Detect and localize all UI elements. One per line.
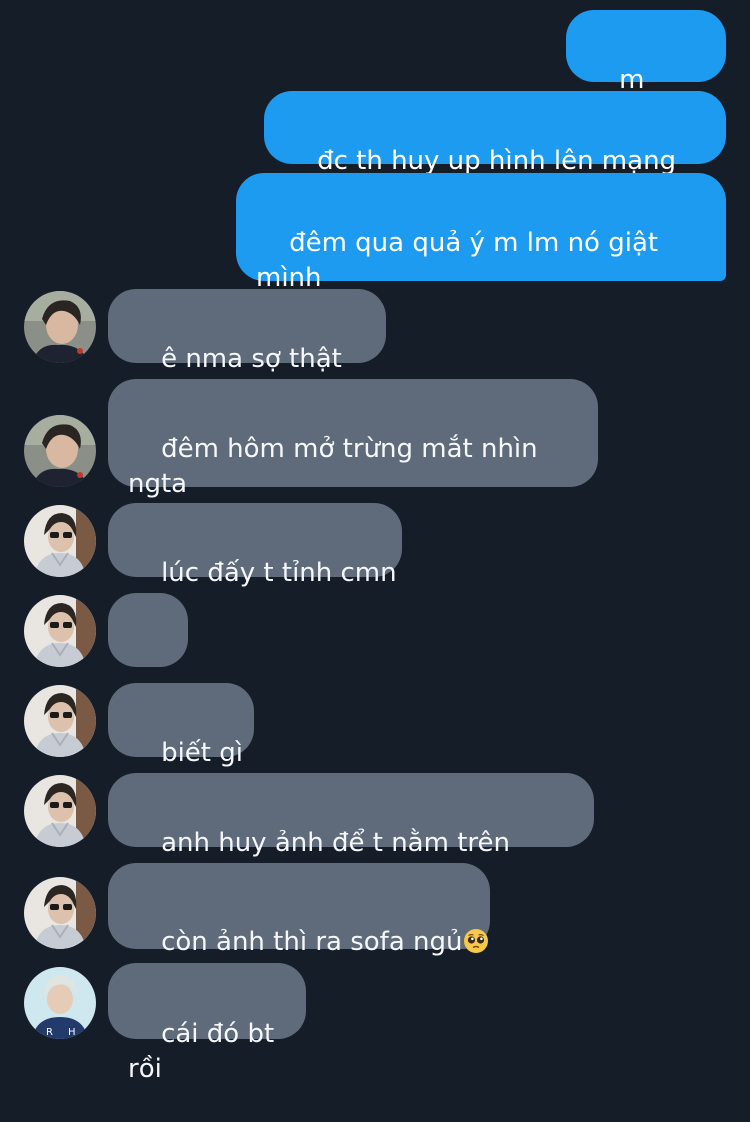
message-bubble-incoming[interactable]: =)): [108, 593, 188, 713]
avatar-sunglasses-icon: [24, 877, 96, 949]
avatar-sunglasses-icon: [24, 685, 96, 757]
message-bubble-incoming[interactable]: biết gì k: [108, 683, 254, 803]
avatar-sunglasses-icon: [24, 595, 96, 667]
message-bubble-outgoing[interactable]: đc th huy up hình lên mạng luôn: [264, 91, 726, 211]
avatar[interactable]: [24, 775, 96, 847]
message-bubble-incoming[interactable]: đêm hôm mở trừng mắt nhìn ngta z: [108, 379, 598, 534]
avatar-sunglasses-icon: [24, 775, 96, 847]
message-text: cái đó bt rồi: [128, 1019, 283, 1084]
avatar-dark-hair-icon: [24, 291, 96, 363]
avatar-blonde-hair-icon: R H: [24, 967, 96, 1039]
message-bubble-incoming[interactable]: còn ảnh thì ra sofa ngủ: [108, 863, 490, 957]
message-bubble-incoming[interactable]: cái đó bt rồi: [108, 963, 306, 1084]
avatar[interactable]: [24, 877, 96, 949]
message-bubble-incoming[interactable]: anh huy ảnh để t nằm trên giường: [108, 773, 594, 893]
avatar[interactable]: [24, 685, 96, 757]
svg-text:H: H: [68, 1027, 76, 1038]
avatar[interactable]: [24, 595, 96, 667]
avatar[interactable]: R H: [24, 967, 96, 1039]
message-bubble-outgoing[interactable]: m khá=)): [566, 10, 726, 130]
message-text: còn ảnh thì ra sofa ngủ: [161, 927, 463, 957]
avatar-sunglasses-icon: [24, 505, 96, 577]
svg-text:R: R: [46, 1027, 53, 1038]
message-bubble-outgoing[interactable]: đêm qua quả ý m lm nó giật mình thật: [236, 173, 726, 328]
avatar-dark-hair-icon: [24, 415, 96, 487]
avatar[interactable]: [24, 505, 96, 577]
message-bubble-incoming[interactable]: ê nma sợ thật nha: [108, 289, 386, 409]
avatar[interactable]: [24, 291, 96, 363]
pleading-face-icon: [464, 929, 489, 953]
message-bubble-incoming[interactable]: lúc đấy t tỉnh cmn r: [108, 503, 402, 623]
chat-thread: m khá=)) đc th huy up hình lên mạng luôn…: [0, 0, 750, 1084]
avatar[interactable]: [24, 415, 96, 487]
